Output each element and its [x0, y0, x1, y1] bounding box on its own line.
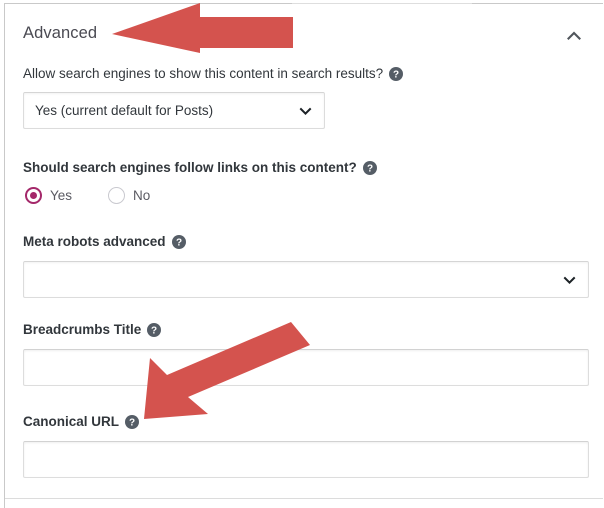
- radio-option-no[interactable]: No: [108, 187, 150, 204]
- field-label-canonical-url: Canonical URL ?: [23, 413, 603, 430]
- field-label-allow-search-engines: Allow search engines to show this conten…: [23, 65, 603, 82]
- help-circle-icon[interactable]: ?: [125, 414, 140, 429]
- label-text: Meta robots advanced: [23, 234, 166, 249]
- svg-text:?: ?: [151, 325, 157, 336]
- help-circle-icon[interactable]: ?: [147, 322, 162, 337]
- radio-option-yes-label: Yes: [50, 188, 73, 203]
- field-breadcrumbs-title: Breadcrumbs Title ?: [5, 321, 603, 386]
- active-tab-seam: [292, 3, 472, 6]
- field-meta-robots-advanced: Meta robots advanced ?: [5, 233, 603, 298]
- radio-option-no-label: No: [133, 188, 151, 203]
- field-allow-search-engines: Allow search engines to show this conten…: [5, 65, 603, 129]
- metabox-bottom-divider: [5, 498, 603, 499]
- label-text: Should search engines follow links on th…: [23, 160, 357, 175]
- chevron-down-icon: [562, 272, 577, 287]
- field-label-follow-links: Should search engines follow links on th…: [23, 159, 603, 176]
- radio-dot-unselected-icon: [108, 187, 126, 204]
- help-circle-icon[interactable]: ?: [362, 160, 377, 175]
- advanced-settings-metabox: Advanced Allow search engines to show th…: [4, 3, 603, 508]
- label-text: Allow search engines to show this conten…: [23, 66, 384, 81]
- label-text: Canonical URL: [23, 414, 120, 429]
- breadcrumbs-title-input[interactable]: [23, 349, 589, 386]
- field-label-breadcrumbs-title: Breadcrumbs Title ?: [23, 321, 603, 338]
- svg-text:?: ?: [129, 417, 135, 428]
- field-canonical-url: Canonical URL ?: [5, 413, 603, 478]
- follow-links-radio-group: Yes No: [25, 187, 603, 204]
- radio-dot-selected-icon: [25, 187, 42, 204]
- help-circle-icon[interactable]: ?: [171, 234, 186, 249]
- label-text: Breadcrumbs Title: [23, 322, 142, 337]
- allow-search-engines-select[interactable]: Yes (current default for Posts): [23, 92, 325, 129]
- svg-text:?: ?: [175, 237, 181, 248]
- canonical-url-input[interactable]: [23, 441, 589, 478]
- chevron-up-icon[interactable]: [563, 25, 585, 47]
- help-circle-icon[interactable]: ?: [389, 66, 404, 81]
- radio-option-yes[interactable]: Yes: [25, 187, 72, 204]
- svg-text:?: ?: [393, 69, 399, 80]
- svg-text:?: ?: [367, 163, 373, 174]
- advanced-section-header[interactable]: Advanced: [5, 13, 603, 59]
- field-label-meta-robots-advanced: Meta robots advanced ?: [23, 233, 603, 250]
- meta-robots-advanced-select[interactable]: [23, 261, 589, 298]
- field-follow-links: Should search engines follow links on th…: [5, 159, 603, 204]
- page-title: Advanced: [23, 24, 98, 42]
- chevron-down-icon: [298, 103, 313, 118]
- allow-search-engines-select-value: Yes (current default for Posts): [35, 103, 214, 118]
